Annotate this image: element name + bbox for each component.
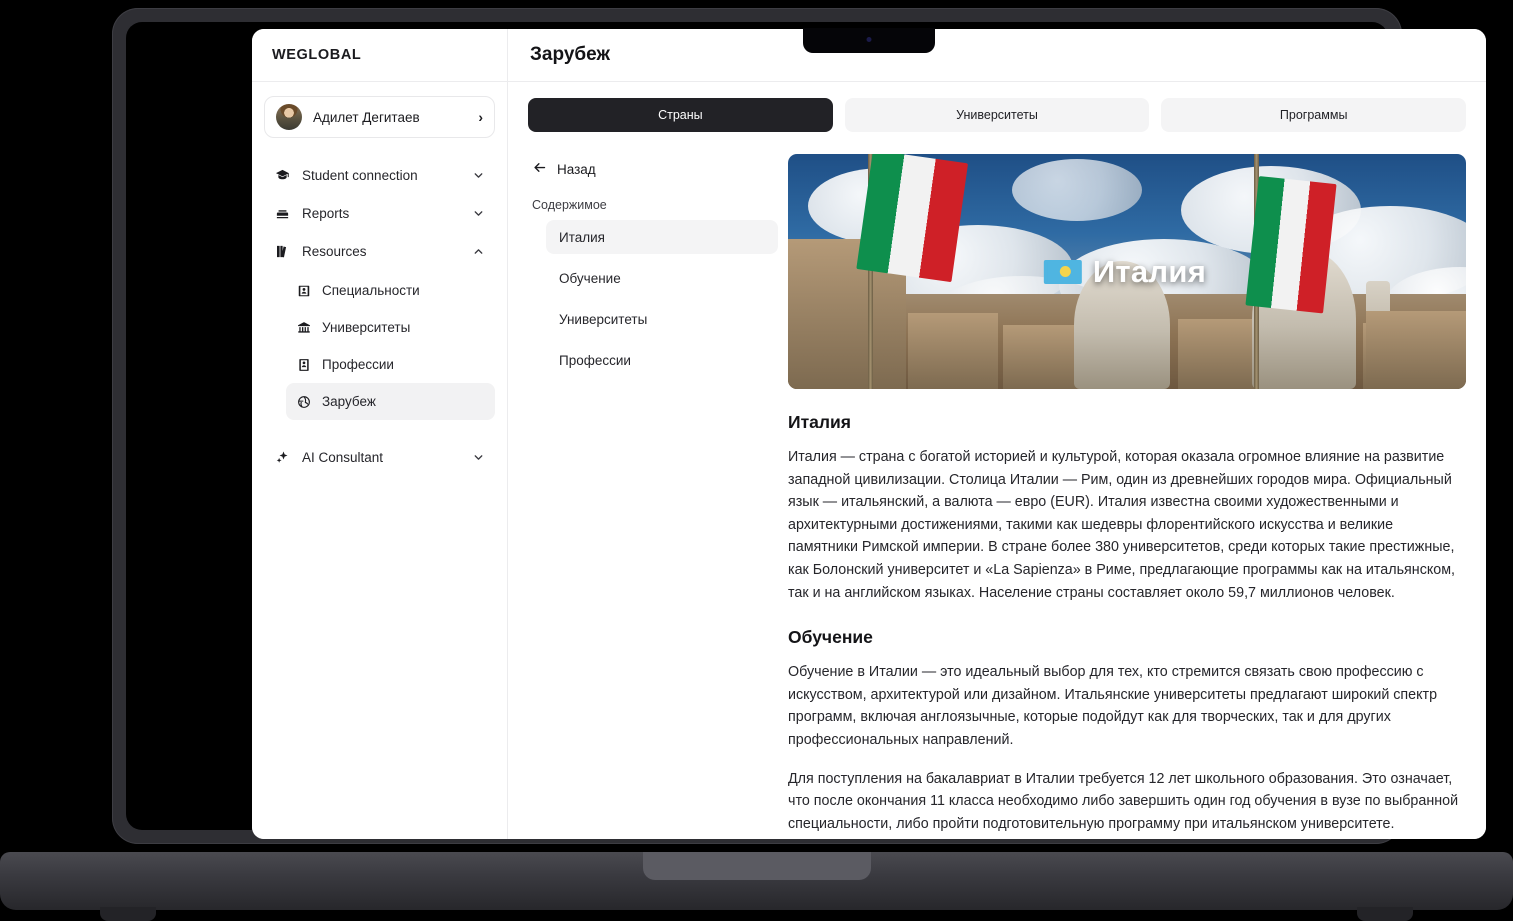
profile-name: Адилет Дегитаев — [313, 110, 467, 125]
brand-logo: WEGLOBAL — [252, 29, 507, 82]
italian-flag-icon — [1245, 176, 1336, 313]
main-header: Зарубеж — [508, 29, 1486, 82]
main-area: Зарубеж Страны Университеты Программы На… — [508, 29, 1486, 839]
tab-bar: Страны Университеты Программы — [508, 82, 1486, 144]
laptop-base — [0, 852, 1513, 910]
sidebar-item-ai-consultant[interactable]: AI Consultant — [264, 438, 495, 476]
webcam-icon — [867, 37, 872, 42]
content-area: Назад Содержимое Италия Обучение Универс… — [508, 144, 1486, 839]
paragraph-education-intro: Обучение в Италии — это идеальный выбор … — [788, 661, 1466, 751]
sidebar-body: Адилет Дегитаев › Student connection — [252, 82, 507, 476]
sidebar-item-resources[interactable]: Resources — [264, 232, 495, 270]
paragraph-italy: Италия — страна с богатой историей и кул… — [788, 446, 1466, 604]
id-card-icon — [296, 357, 312, 373]
arrow-left-icon — [532, 160, 547, 178]
toc-heading: Содержимое — [528, 198, 778, 212]
laptop-foot — [1357, 907, 1413, 921]
books-icon — [274, 243, 291, 260]
building-shape — [1366, 311, 1466, 389]
building-shape — [908, 313, 998, 389]
sidebar-item-universities[interactable]: Университеты — [286, 309, 495, 346]
screenshot-stage: WEGLOBAL Адилет Дегитаев › Student conne… — [0, 0, 1513, 921]
sidebar-item-label: AI Consultant — [302, 450, 461, 465]
laptop-screen: WEGLOBAL Адилет Дегитаев › Student conne… — [252, 29, 1486, 839]
chevron-down-icon — [472, 207, 485, 220]
profile-card[interactable]: Адилет Дегитаев › — [264, 96, 495, 138]
webcam-notch — [803, 28, 935, 53]
sidebar-item-label: Resources — [302, 244, 461, 259]
back-button[interactable]: Назад — [528, 154, 778, 184]
chevron-up-icon — [472, 245, 485, 258]
graduation-cap-icon — [274, 167, 291, 184]
sidebar-item-student-connection[interactable]: Student connection — [264, 156, 495, 194]
sidebar-item-professions[interactable]: Профессии — [286, 346, 495, 383]
report-icon — [274, 205, 291, 222]
chevron-right-icon: › — [478, 109, 483, 125]
resources-submenu: Специальности Университеты — [264, 272, 495, 420]
hero-title: Италия — [1093, 254, 1206, 290]
toc-item-professions[interactable]: Профессии — [546, 343, 778, 377]
hero-banner: Италия — [788, 154, 1466, 389]
tab-programs[interactable]: Программы — [1161, 98, 1466, 132]
laptop-foot — [100, 907, 156, 921]
toc-item-education[interactable]: Обучение — [546, 261, 778, 295]
globe-icon — [296, 394, 312, 410]
sidebar-item-label: Университеты — [322, 320, 410, 335]
sidebar-item-label: Зарубеж — [322, 394, 376, 409]
tab-countries[interactable]: Страны — [528, 98, 833, 132]
sparkle-icon — [274, 449, 291, 466]
laptop-lid: WEGLOBAL Адилет Дегитаев › Student conne… — [112, 8, 1402, 844]
bank-icon — [296, 320, 312, 336]
page-title: Зарубеж — [530, 44, 610, 66]
table-of-contents: Назад Содержимое Италия Обучение Универс… — [528, 144, 778, 839]
sidebar-item-abroad[interactable]: Зарубеж — [286, 383, 495, 420]
sidebar-item-label: Специальности — [322, 283, 420, 298]
section-heading-education: Обучение — [788, 627, 1466, 648]
nav-spacer — [264, 426, 495, 438]
sidebar-item-label: Reports — [302, 206, 461, 221]
chevron-down-icon — [472, 451, 485, 464]
tab-universities[interactable]: Университеты — [845, 98, 1150, 132]
flag-sun-emblem — [1059, 266, 1070, 277]
sidebar-item-label: Профессии — [322, 357, 394, 372]
sidebar-item-specialties[interactable]: Специальности — [286, 272, 495, 309]
sidebar-item-reports[interactable]: Reports — [264, 194, 495, 232]
app-sidebar: WEGLOBAL Адилет Дегитаев › Student conne… — [252, 29, 508, 839]
back-button-label: Назад — [557, 162, 596, 177]
laptop-base-notch — [643, 852, 871, 880]
document-card-icon — [296, 283, 312, 299]
kazakhstan-flag-icon — [1048, 260, 1082, 284]
article-body: Италия Италия Италия — страна с богатой … — [778, 144, 1466, 839]
hero-label: Италия — [1048, 254, 1206, 290]
section-heading-italy: Италия — [788, 412, 1466, 433]
avatar — [276, 104, 302, 130]
italian-flag-icon — [856, 154, 968, 282]
chevron-down-icon — [472, 169, 485, 182]
toc-item-universities[interactable]: Университеты — [546, 302, 778, 336]
paragraph-education-requirements: Для поступления на бакалавриат в Италии … — [788, 768, 1466, 839]
sidebar-item-label: Student connection — [302, 168, 461, 183]
toc-item-italy[interactable]: Италия — [546, 220, 778, 254]
cloud-shape — [1012, 159, 1142, 221]
